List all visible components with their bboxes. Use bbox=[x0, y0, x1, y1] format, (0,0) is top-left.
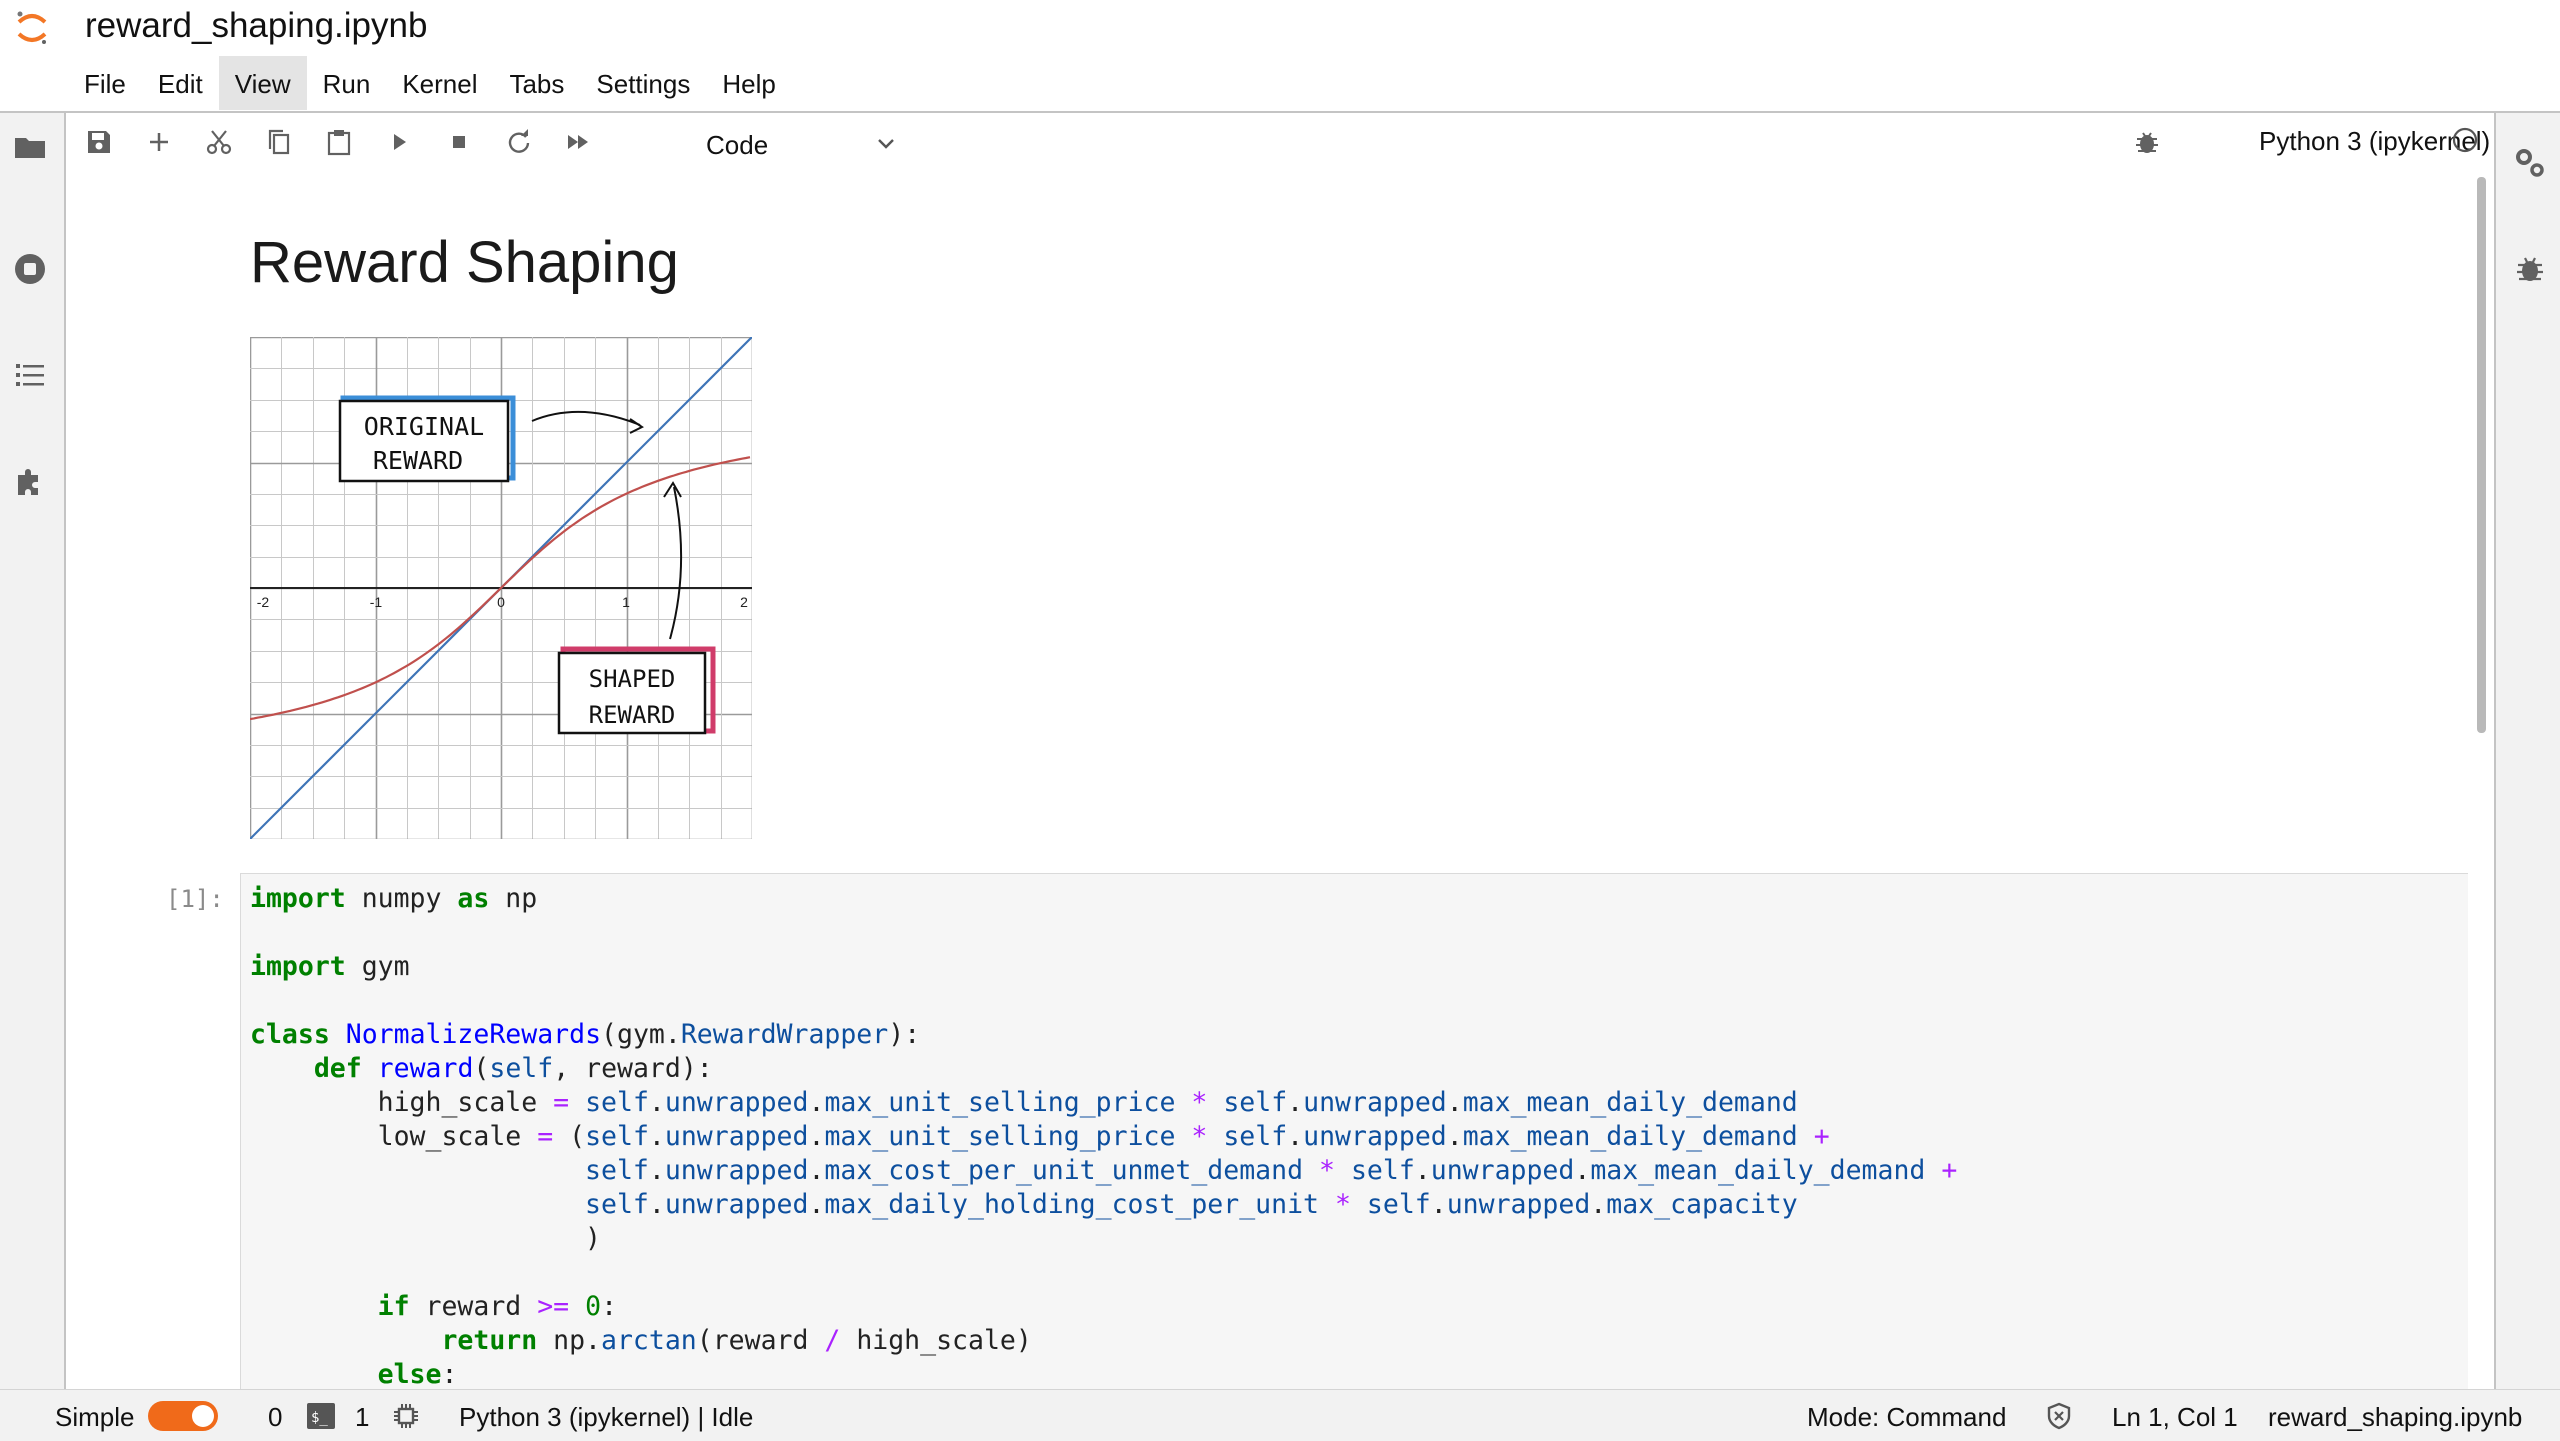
cut-icon[interactable] bbox=[204, 127, 234, 157]
menu-edit[interactable]: Edit bbox=[142, 56, 219, 110]
terminals-count[interactable]: 0 bbox=[268, 1402, 282, 1433]
x-tick-label: 2 bbox=[740, 594, 748, 610]
shaped-box-line2: REWARD bbox=[589, 701, 676, 729]
run-icon[interactable] bbox=[384, 127, 414, 157]
menu-help[interactable]: Help bbox=[706, 56, 791, 110]
cursor-position[interactable]: Ln 1, Col 1 bbox=[2112, 1402, 2238, 1433]
scrollbar-thumb[interactable] bbox=[2477, 177, 2486, 733]
shaped-box-line1: SHAPED bbox=[589, 665, 676, 693]
cell-type-dropdown[interactable]: Code bbox=[688, 121, 908, 163]
table-of-contents-icon[interactable] bbox=[12, 357, 48, 393]
notebook-toolbar: Code Python 3 (ipykernel) bbox=[66, 113, 2494, 171]
cell-type-value: Code bbox=[706, 130, 769, 160]
terminal-icon[interactable]: $_ bbox=[306, 1402, 336, 1430]
extensions-icon[interactable] bbox=[12, 463, 48, 499]
shaped-arrow bbox=[669, 486, 683, 640]
menu-tabs[interactable]: Tabs bbox=[493, 56, 580, 110]
original-arrow bbox=[531, 410, 641, 426]
restart-icon[interactable] bbox=[504, 127, 534, 157]
notebook-scrollbar[interactable] bbox=[2470, 171, 2494, 1389]
x-tick-label: -2 bbox=[257, 594, 270, 610]
right-sidebar bbox=[2494, 113, 2560, 1389]
stop-icon[interactable] bbox=[444, 127, 474, 157]
menu-settings[interactable]: Settings bbox=[580, 56, 706, 110]
original-box-line1: ORIGINAL bbox=[364, 412, 484, 441]
debugger-bug-icon[interactable] bbox=[2132, 127, 2162, 157]
reward-shaping-diagram: -2 -1 0 1 2 ORIGINAL REWARD SHAPED REWARD bbox=[250, 337, 752, 839]
debugger-icon[interactable] bbox=[2512, 251, 2548, 287]
kernel-status-text[interactable]: Python 3 (ipykernel) | Idle bbox=[459, 1402, 753, 1433]
left-sidebar bbox=[0, 113, 66, 1389]
copy-icon[interactable] bbox=[264, 127, 294, 157]
status-bar: Simple 0 $_ 1 Python 3 (ipykernel) | Idl… bbox=[0, 1389, 2560, 1441]
top-bar: reward_shaping.ipynb File Edit View Run … bbox=[0, 0, 2560, 113]
menu-view[interactable]: View bbox=[218, 56, 307, 110]
kernel-status-icon bbox=[2452, 127, 2478, 153]
svg-text:$_: $_ bbox=[311, 1410, 328, 1426]
menu-bar: File Edit View Run Kernel Tabs Settings … bbox=[68, 56, 792, 110]
chevron-down-icon bbox=[878, 139, 894, 149]
mode-indicator: Mode: Command bbox=[1807, 1402, 2007, 1432]
menu-run[interactable]: Run bbox=[307, 56, 387, 110]
run-all-icon[interactable] bbox=[564, 127, 594, 157]
x-tick-label: -1 bbox=[370, 594, 383, 610]
code-cell-editor[interactable]: import numpy as np import gym class Norm… bbox=[240, 873, 2468, 1389]
menu-kernel[interactable]: Kernel bbox=[386, 56, 493, 110]
original-box-line2: REWARD bbox=[373, 446, 463, 475]
running-terminals-icon[interactable] bbox=[12, 251, 48, 287]
markdown-heading: Reward Shaping bbox=[250, 230, 679, 295]
trust-shield-icon[interactable] bbox=[2044, 1401, 2074, 1431]
kernel-chip-icon[interactable] bbox=[392, 1402, 420, 1430]
toggle-knob bbox=[192, 1405, 214, 1427]
save-icon[interactable] bbox=[84, 127, 114, 157]
status-filename: reward_shaping.ipynb bbox=[2268, 1402, 2523, 1432]
menu-file[interactable]: File bbox=[68, 56, 142, 110]
notebook-title[interactable]: reward_shaping.ipynb bbox=[85, 6, 427, 46]
x-tick-label: 0 bbox=[497, 594, 505, 610]
notebook-panel: Reward Shaping -2 -1 0 1 2 ORIGINAL REWARD S… bbox=[66, 171, 2468, 1389]
paste-icon[interactable] bbox=[324, 127, 354, 157]
execution-count: [1]: bbox=[166, 885, 224, 913]
jupyter-logo-icon[interactable] bbox=[14, 6, 50, 50]
code-content[interactable]: import numpy as np import gym class Norm… bbox=[241, 874, 2468, 1389]
kernels-count[interactable]: 1 bbox=[355, 1402, 369, 1433]
simple-mode-toggle[interactable] bbox=[148, 1401, 218, 1431]
x-tick-label: 1 bbox=[622, 594, 630, 610]
property-inspector-icon[interactable] bbox=[2512, 145, 2548, 181]
simple-mode-label: Simple bbox=[55, 1402, 135, 1432]
add-cell-icon[interactable] bbox=[144, 127, 174, 157]
folder-icon[interactable] bbox=[12, 129, 48, 165]
